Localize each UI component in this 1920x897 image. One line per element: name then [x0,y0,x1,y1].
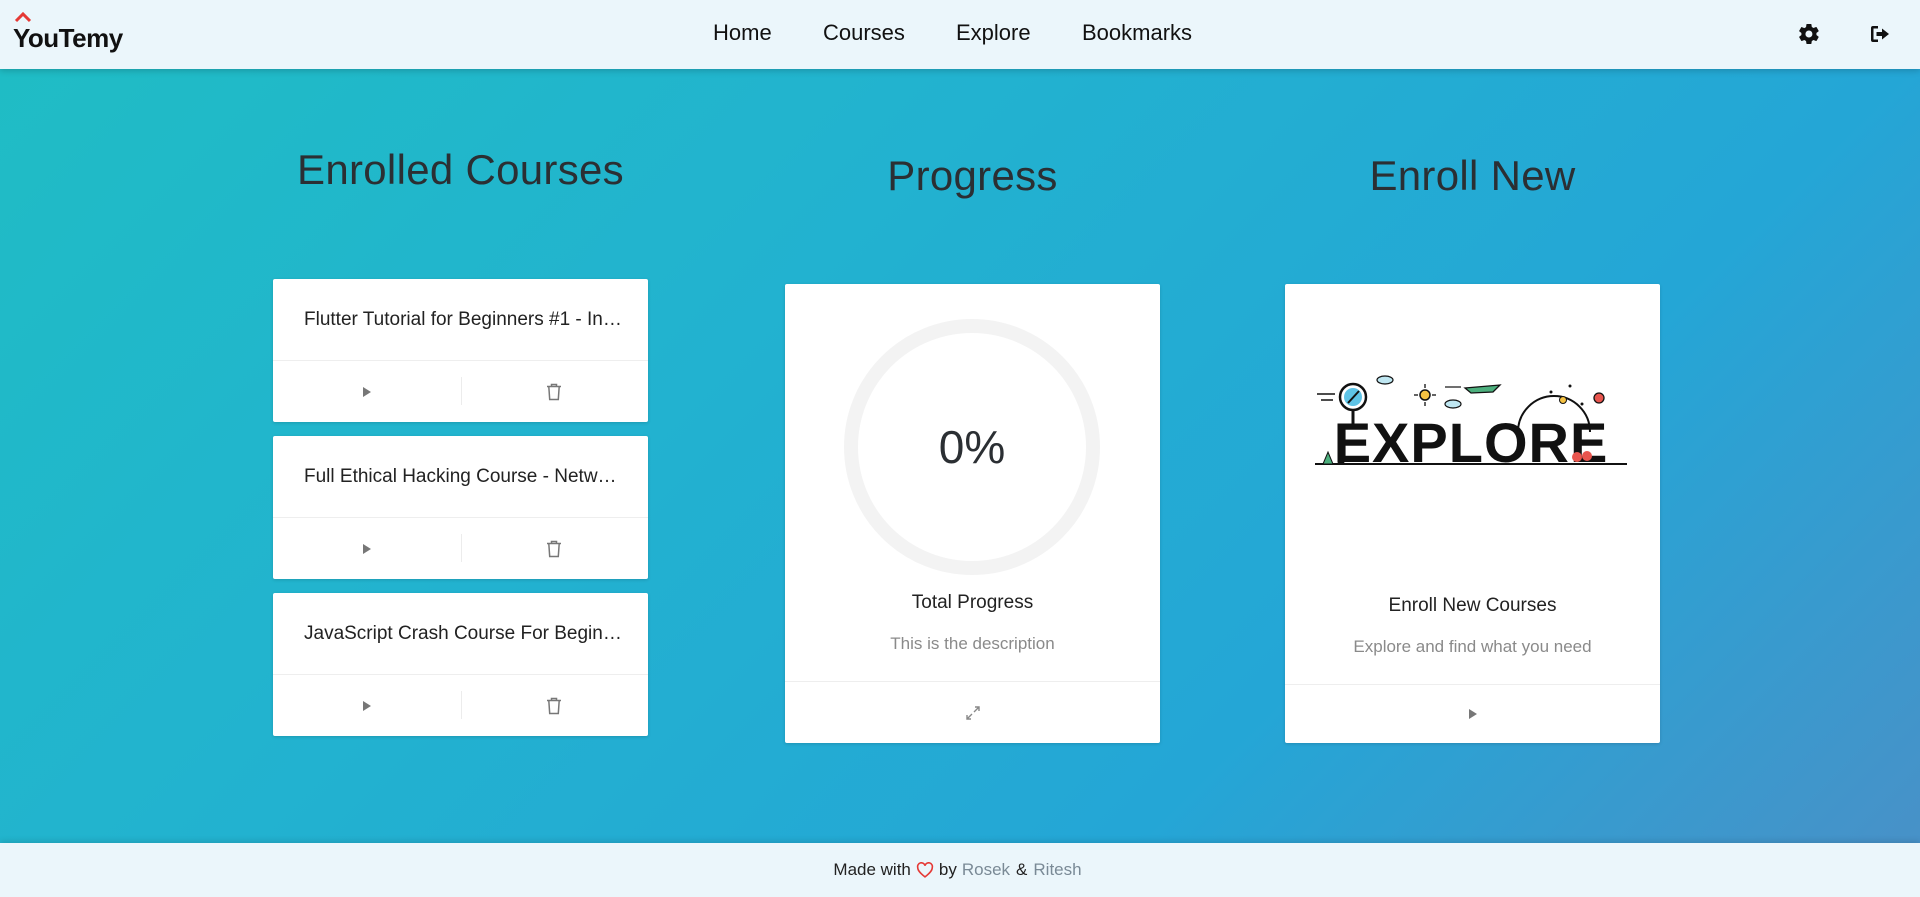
progress-card: 0% Total Progress This is the descriptio… [785,284,1160,743]
enroll-new-button[interactable] [1285,684,1660,743]
progress-percent: 0% [938,421,1006,473]
expand-icon [965,705,980,720]
nav-explore[interactable]: Explore [956,20,1031,46]
progress-card-description: This is the description [890,634,1055,653]
nav-bookmarks[interactable]: Bookmarks [1082,20,1192,46]
explore-illustration: EXPLORE [1315,375,1627,472]
course-card: Flutter Tutorial for Beginners #1 - Intr… [273,279,648,422]
delete-course-button[interactable] [461,675,649,737]
course-title[interactable]: Full Ethical Hacking Course - Network Pe… [304,466,624,488]
heart-icon [916,862,934,878]
delete-course-button[interactable] [461,518,649,580]
page-footer: Made with by Rosek & Ritesh [0,843,1920,897]
nav-courses[interactable]: Courses [823,20,905,46]
play-course-button[interactable] [273,518,461,580]
footer-made-with: Made with [833,860,911,879]
trash-icon [547,383,562,401]
enroll-card: EXPLORE Enroll New Courses Explore and f… [1285,284,1660,743]
logout-button[interactable] [1866,20,1894,48]
play-course-button[interactable] [273,361,461,423]
nav-home[interactable]: Home [713,20,772,46]
footer-ampersand: & [1016,860,1028,879]
play-icon [362,544,371,554]
expand-progress-button[interactable] [785,681,1160,743]
enrolled-courses-title: Enrolled Courses [297,146,624,193]
course-title[interactable]: JavaScript Crash Course For Beginners [304,623,624,645]
gear-icon [1799,23,1819,45]
course-card: Full Ethical Hacking Course - Network Pe… [273,436,648,579]
course-card: JavaScript Crash Course For Beginners [273,593,648,736]
play-icon [1468,709,1477,719]
play-course-button[interactable] [273,675,461,737]
progress-title: Progress [887,152,1058,199]
enroll-new-title: Enroll New [1369,152,1576,199]
course-actions [273,674,648,736]
explore-wordmark: EXPLORE [1334,411,1609,472]
progress-card-title: Total Progress [911,592,1034,613]
footer-by: by [938,860,957,879]
sign-out-icon [1871,26,1889,42]
author-link-ritesh[interactable]: Ritesh [1033,860,1081,880]
play-icon [362,701,371,711]
trash-icon [547,697,562,715]
course-title[interactable]: Flutter Tutorial for Beginners #1 - Intr… [304,309,624,331]
course-actions [273,360,648,422]
main-nav: Home Courses Explore Bookmarks [0,0,1920,69]
delete-course-button[interactable] [461,361,649,423]
enroll-card-title: Enroll New Courses [1388,595,1557,616]
top-navbar: YouTemy Home Courses Explore Bookmarks [0,0,1920,69]
course-actions [273,517,648,579]
enroll-card-description: Explore and find what you need [1353,637,1592,656]
play-icon [362,387,371,397]
trash-icon [547,540,562,558]
settings-button[interactable] [1795,20,1823,48]
author-link-rosek[interactable]: Rosek [962,860,1010,880]
